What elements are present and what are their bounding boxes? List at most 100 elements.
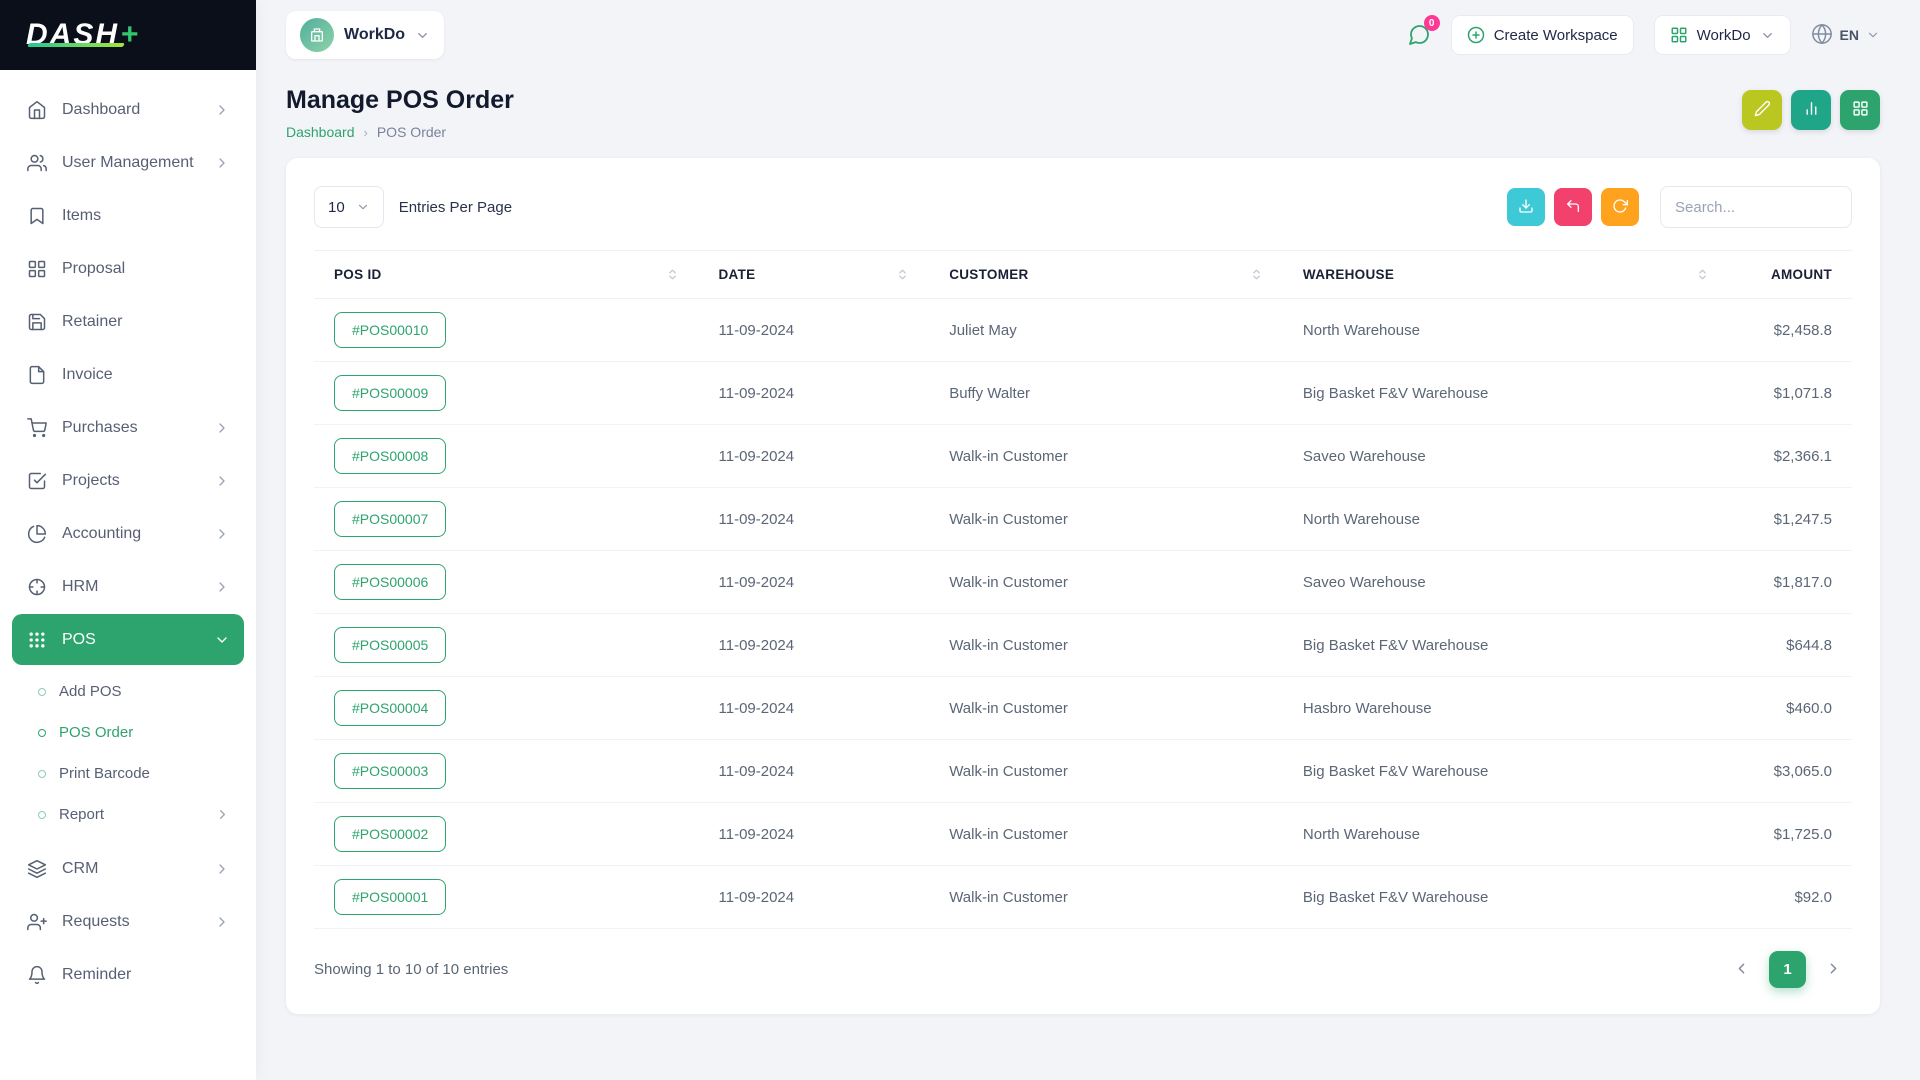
sidebar-item-reminder[interactable]: Reminder — [12, 949, 244, 1000]
sidebar-item-purchases[interactable]: Purchases — [12, 402, 244, 453]
sidebar-subitem-report[interactable]: Report — [12, 794, 244, 835]
table-row[interactable]: #POS00007 11-09-2024 Walk-in Customer No… — [314, 488, 1852, 551]
pos-id-badge[interactable]: #POS00003 — [334, 753, 446, 789]
breadcrumb-dashboard-link[interactable]: Dashboard — [286, 124, 355, 140]
pos-id-badge[interactable]: #POS00002 — [334, 816, 446, 852]
chevron-right-icon — [214, 861, 230, 877]
sidebar-item-invoice[interactable]: Invoice — [12, 349, 244, 400]
table-row[interactable]: #POS00003 11-09-2024 Walk-in Customer Bi… — [314, 740, 1852, 803]
sidebar-item-hrm[interactable]: HRM — [12, 561, 244, 612]
breadcrumb-separator: › — [364, 125, 368, 140]
customer-cell: Walk-in Customer — [929, 866, 1283, 929]
refresh-button[interactable] — [1601, 188, 1639, 226]
shopping-cart-icon — [26, 417, 48, 439]
edit-pos-button[interactable] — [1742, 90, 1782, 130]
sidebar-item-proposal[interactable]: Proposal — [12, 243, 244, 294]
language-selector[interactable]: EN — [1811, 23, 1880, 48]
undo-button[interactable] — [1554, 188, 1592, 226]
column-header-warehouse[interactable]: WAREHOUSE — [1283, 251, 1729, 299]
file-text-icon — [26, 364, 48, 386]
add-pos-button[interactable] — [1840, 90, 1880, 130]
messages-button[interactable]: 0 — [1407, 23, 1431, 47]
sidebar-item-requests[interactable]: Requests — [12, 896, 244, 947]
column-label: DATE — [719, 267, 756, 282]
previous-page-button[interactable] — [1723, 951, 1760, 988]
check-square-icon — [26, 470, 48, 492]
dot-icon — [38, 729, 46, 737]
table-row[interactable]: #POS00005 11-09-2024 Walk-in Customer Bi… — [314, 614, 1852, 677]
sidebar-item-accounting[interactable]: Accounting — [12, 508, 244, 559]
pos-id-cell: #POS00001 — [314, 866, 699, 929]
page-actions — [1742, 90, 1880, 130]
sidebar-item-items[interactable]: Items — [12, 190, 244, 241]
table-row[interactable]: #POS00010 11-09-2024 Juliet May North Wa… — [314, 299, 1852, 362]
create-workspace-label: Create Workspace — [1494, 27, 1618, 44]
pos-id-badge[interactable]: #POS00006 — [334, 564, 446, 600]
warehouse-cell: Big Basket F&V Warehouse — [1283, 614, 1729, 677]
pos-report-button[interactable] — [1791, 90, 1831, 130]
date-cell: 11-09-2024 — [699, 614, 930, 677]
pos-id-cell: #POS00010 — [314, 299, 699, 362]
topbar-right-group: 0 Create Workspace WorkDo EN — [1407, 15, 1880, 55]
sidebar-item-label: Invoice — [62, 366, 230, 384]
sidebar-subitem-pos-order[interactable]: POS Order — [12, 712, 244, 753]
entries-per-page-select[interactable]: 10 — [314, 186, 384, 228]
chevron-down-icon — [356, 200, 370, 214]
column-label: CUSTOMER — [949, 267, 1028, 282]
sidebar-subitem-add-pos[interactable]: Add POS — [12, 671, 244, 712]
workspace-avatar — [300, 18, 334, 52]
sidebar-item-user-management[interactable]: User Management — [12, 137, 244, 188]
language-code: EN — [1840, 27, 1859, 43]
table-row[interactable]: #POS00006 11-09-2024 Walk-in Customer Sa… — [314, 551, 1852, 614]
table-row[interactable]: #POS00001 11-09-2024 Walk-in Customer Bi… — [314, 866, 1852, 929]
page-number-button[interactable]: 1 — [1769, 951, 1806, 988]
sidebar-item-pos[interactable]: POS — [12, 614, 244, 665]
sidebar: DASH + Dashboard User Management — [0, 0, 256, 1080]
pos-id-badge[interactable]: #POS00010 — [334, 312, 446, 348]
customer-cell: Walk-in Customer — [929, 803, 1283, 866]
sidebar-item-retainer[interactable]: Retainer — [12, 296, 244, 347]
workspace-switcher[interactable]: WorkDo — [286, 11, 444, 59]
export-button[interactable] — [1507, 188, 1545, 226]
table-row[interactable]: #POS00009 11-09-2024 Buffy Walter Big Ba… — [314, 362, 1852, 425]
chevron-right-icon — [215, 807, 230, 822]
undo-icon — [1565, 198, 1581, 217]
app-logo[interactable]: DASH + — [26, 18, 139, 52]
table-head: POS ID DATE CUSTOMER WAREHOUSE — [314, 251, 1852, 299]
date-cell: 11-09-2024 — [699, 677, 930, 740]
pos-id-badge[interactable]: #POS00001 — [334, 879, 446, 915]
workspace-menu-button[interactable]: WorkDo — [1654, 15, 1791, 55]
sidebar-item-label: Items — [62, 207, 230, 225]
warehouse-cell: Big Basket F&V Warehouse — [1283, 740, 1729, 803]
date-cell: 11-09-2024 — [699, 488, 930, 551]
column-header-customer[interactable]: CUSTOMER — [929, 251, 1283, 299]
page-header: Manage POS Order Dashboard › POS Order — [286, 86, 1880, 140]
table-row[interactable]: #POS00004 11-09-2024 Walk-in Customer Ha… — [314, 677, 1852, 740]
grid-icon — [1852, 100, 1869, 120]
pos-id-badge[interactable]: #POS00007 — [334, 501, 446, 537]
column-label: AMOUNT — [1771, 267, 1832, 282]
date-cell: 11-09-2024 — [699, 425, 930, 488]
customer-cell: Walk-in Customer — [929, 551, 1283, 614]
pos-id-badge[interactable]: #POS00005 — [334, 627, 446, 663]
next-page-button[interactable] — [1815, 951, 1852, 988]
customer-cell: Walk-in Customer — [929, 488, 1283, 551]
warehouse-cell: North Warehouse — [1283, 299, 1729, 362]
column-header-pos-id[interactable]: POS ID — [314, 251, 699, 299]
table-row[interactable]: #POS00002 11-09-2024 Walk-in Customer No… — [314, 803, 1852, 866]
sidebar-item-projects[interactable]: Projects — [12, 455, 244, 506]
pos-id-badge[interactable]: #POS00004 — [334, 690, 446, 726]
create-workspace-button[interactable]: Create Workspace — [1451, 15, 1634, 55]
column-header-amount[interactable]: AMOUNT — [1729, 251, 1852, 299]
warehouse-cell: Big Basket F&V Warehouse — [1283, 362, 1729, 425]
amount-cell: $1,247.5 — [1729, 488, 1852, 551]
table-row[interactable]: #POS00008 11-09-2024 Walk-in Customer Sa… — [314, 425, 1852, 488]
column-header-date[interactable]: DATE — [699, 251, 930, 299]
pos-id-badge[interactable]: #POS00009 — [334, 375, 446, 411]
pos-id-badge[interactable]: #POS00008 — [334, 438, 446, 474]
sidebar-item-dashboard[interactable]: Dashboard — [12, 84, 244, 135]
sidebar-item-crm[interactable]: CRM — [12, 843, 244, 894]
search-input[interactable] — [1660, 186, 1852, 228]
sidebar-subitem-print-barcode[interactable]: Print Barcode — [12, 753, 244, 794]
pos-id-cell: #POS00009 — [314, 362, 699, 425]
